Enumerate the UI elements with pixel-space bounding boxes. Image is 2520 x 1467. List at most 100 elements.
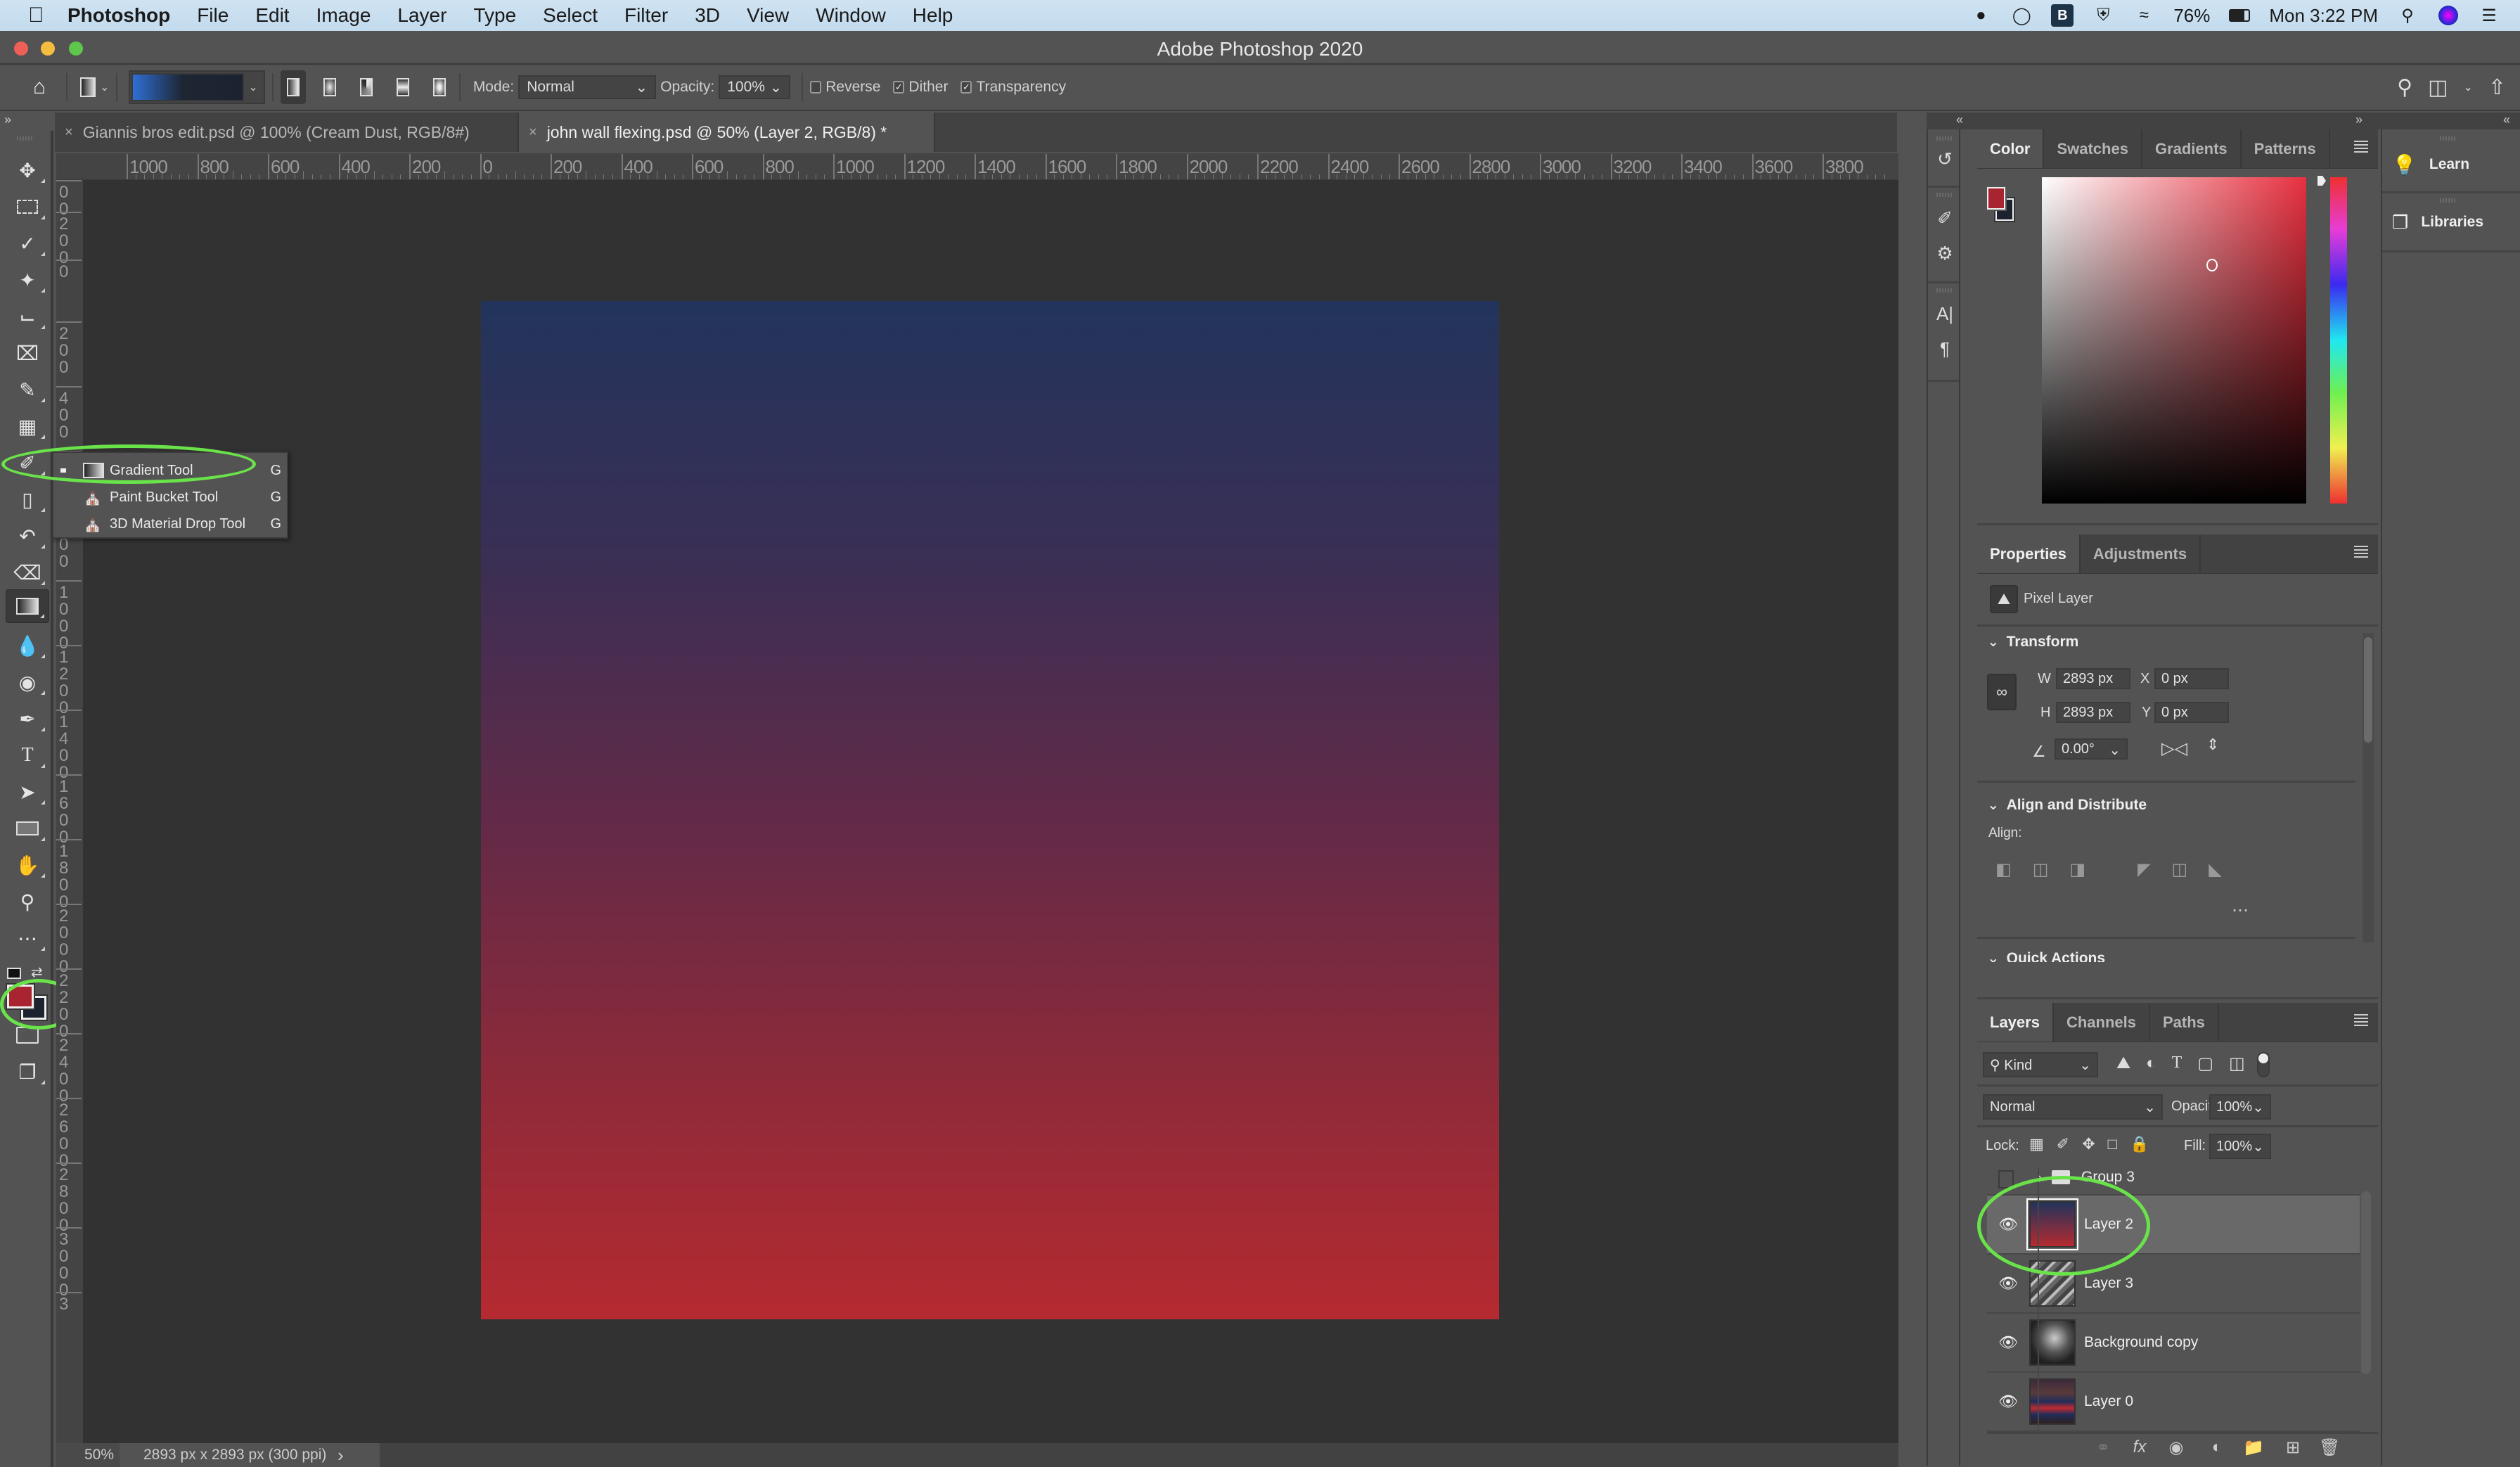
alien-icon[interactable]: ◯ [2010, 4, 2033, 27]
expand-toolbar-icon[interactable]: » [0, 113, 18, 129]
learn-button[interactable]: 💡 Learn [2392, 148, 2519, 181]
character-panel-icon[interactable]: A| [1931, 300, 1959, 328]
color-picker-cursor[interactable] [2206, 259, 2218, 271]
filter-smart-objects-icon[interactable]: ◫ [2229, 1053, 2245, 1074]
tab-channels[interactable]: Channels [2054, 1003, 2150, 1042]
canvas-area[interactable] [83, 180, 1898, 1446]
bitwarden-icon[interactable]: B [2051, 4, 2074, 27]
filter-toggle-switch[interactable] [2257, 1052, 2270, 1077]
brush-tool[interactable]: ✐ [6, 446, 49, 480]
flyout-item-3d-material-drop-tool[interactable]: ⛪ 3D Material Drop Tool G [53, 511, 285, 537]
lock-transparent-pixels-icon[interactable]: ▦ [2029, 1135, 2044, 1153]
rectangle-tool[interactable] [6, 812, 49, 845]
edit-toolbar-button[interactable]: ⋯ [6, 921, 49, 955]
layers-scrollbar[interactable] [2361, 1191, 2372, 1381]
spotlight-search-icon[interactable]: ⚲ [2396, 4, 2419, 27]
tab-giannis-bros-edit[interactable]: × Giannis bros edit.psd @ 100% (Cream Du… [55, 113, 519, 152]
dither-checkbox[interactable]: ✓ Dither [893, 79, 948, 96]
layer-fill-field[interactable]: 100% ⌄ [2209, 1134, 2271, 1159]
frame-tool[interactable]: ⌧ [6, 336, 49, 370]
tab-layers[interactable]: Layers [1977, 1003, 2054, 1042]
linear-gradient-button[interactable] [280, 70, 306, 104]
align-vertical-centers-icon[interactable]: ◫ [2172, 859, 2188, 880]
brush-presets-icon[interactable]: ⚙ [1931, 239, 1959, 267]
eye-icon[interactable]: 👁 [1998, 1274, 2018, 1293]
panel-grip[interactable] [2440, 198, 2457, 203]
reverse-checkbox[interactable]: Reverse [810, 79, 880, 96]
tab-properties[interactable]: Properties [1977, 534, 2081, 573]
expand-panels-icon[interactable]: » [2355, 113, 2362, 127]
screen-mode-button[interactable]: ❐ [6, 1055, 49, 1089]
lasso-tool[interactable]: ✓ [6, 226, 49, 260]
delete-layer-icon[interactable]: 🗑 [2319, 1437, 2340, 1458]
creative-cloud-icon[interactable]: ● [1969, 4, 1992, 27]
filter-pixel-layers-icon[interactable]: ⛰ [2116, 1053, 2130, 1074]
rotation-angle-field[interactable]: 0.00° ⌄ [2055, 738, 2128, 760]
radial-gradient-button[interactable] [317, 75, 342, 100]
paragraph-panel-icon[interactable]: ¶ [1931, 335, 1959, 363]
magic-wand-tool[interactable]: ✦ [6, 263, 49, 297]
eyedropper-tool[interactable]: ✎ [6, 373, 49, 406]
color-panel-fg-swatch[interactable] [1986, 186, 2007, 211]
transform-section-header[interactable]: ⌄ Transform [1987, 633, 2078, 651]
hue-slider-handle[interactable] [2318, 176, 2326, 186]
wifi-icon[interactable]: ≈ [2133, 4, 2155, 27]
panel-menu-icon[interactable] [2354, 141, 2368, 153]
history-panel-icon[interactable]: ↺ [1931, 145, 1959, 173]
flyout-item-paint-bucket-tool[interactable]: ⛪ Paint Bucket Tool G [53, 484, 285, 511]
menu-layer[interactable]: Layer [397, 4, 446, 27]
layer-row-layer-2[interactable]: 👁 Layer 2 [1987, 1196, 2360, 1255]
add-mask-icon[interactable]: ◉ [2166, 1437, 2187, 1458]
home-icon[interactable]: ⌂ [20, 75, 59, 99]
brush-settings-icon[interactable]: ✐ [1931, 204, 1959, 232]
tab-swatches[interactable]: Swatches [2044, 129, 2142, 168]
filter-adjustment-layers-icon[interactable]: ◐ [2146, 1053, 2156, 1074]
visibility-toggle-off[interactable] [1998, 1170, 2014, 1189]
zoom-level-field[interactable]: 50% [56, 1443, 120, 1467]
layer-row-layer-3[interactable]: 👁 Layer 3 [1987, 1255, 2360, 1314]
marquee-tool[interactable] [6, 190, 49, 224]
layer-row-group-3[interactable]: › Group 3 [1987, 1167, 2360, 1196]
notification-center-icon[interactable]: ☰ [2478, 4, 2500, 27]
new-group-icon[interactable]: 📁 [2243, 1437, 2264, 1458]
transparency-checkbox[interactable]: ✓ Transparency [960, 79, 1066, 96]
y-position-field[interactable]: 0 px [2154, 702, 2229, 723]
default-colors-icon[interactable] [7, 968, 21, 979]
blur-tool[interactable]: 💧 [6, 629, 49, 662]
filter-type-layers-icon[interactable]: T [2172, 1053, 2182, 1074]
layer-name[interactable]: Background copy [2084, 1334, 2198, 1351]
dodge-tool[interactable]: ◉ [6, 665, 49, 699]
foreground-color-swatch[interactable] [6, 983, 35, 1010]
layer-row-layer-0[interactable]: 👁 Layer 0 [1987, 1373, 2360, 1432]
battery-icon[interactable] [2228, 4, 2251, 27]
menu-help[interactable]: Help [913, 4, 953, 27]
menu-view[interactable]: View [747, 4, 789, 27]
swap-colors-icon[interactable]: ⇄ [31, 963, 43, 981]
share-icon[interactable]: ⇧ [2488, 75, 2506, 100]
menu-type[interactable]: Type [473, 4, 516, 27]
tab-paths[interactable]: Paths [2150, 1003, 2219, 1042]
menu-edit[interactable]: Edit [255, 4, 289, 27]
panel-menu-icon[interactable] [2354, 1014, 2368, 1027]
eye-icon[interactable]: 👁 [1998, 1333, 2018, 1352]
align-top-edges-icon[interactable]: ◤ [2138, 859, 2150, 880]
search-icon[interactable]: ⚲ [2397, 75, 2412, 100]
reflected-gradient-button[interactable] [390, 75, 416, 100]
menu-window[interactable]: Window [816, 4, 886, 27]
status-menu-arrow-icon[interactable]: › [338, 1444, 344, 1466]
link-layers-icon[interactable]: ⚭ [2092, 1437, 2114, 1458]
tab-gradients[interactable]: Gradients [2142, 129, 2242, 168]
eye-icon[interactable]: 👁 [1998, 1215, 2018, 1234]
filter-shape-layers-icon[interactable]: ▢ [2197, 1053, 2213, 1074]
x-position-field[interactable]: 0 px [2154, 668, 2229, 689]
layer-name[interactable]: Layer 3 [2084, 1275, 2133, 1292]
panel-grip[interactable] [1936, 288, 1953, 293]
add-layer-style-icon[interactable]: fx [2129, 1437, 2150, 1457]
lock-all-icon[interactable]: 🔒 [2130, 1135, 2149, 1153]
height-field[interactable]: 2893 px [2056, 702, 2130, 723]
chevron-down-icon[interactable]: ⌄ [2463, 80, 2472, 94]
align-bottom-edges-icon[interactable]: ◣ [2209, 859, 2221, 880]
diamond-gradient-button[interactable] [427, 75, 452, 100]
gradient-picker[interactable]: ⌄ [129, 70, 265, 104]
angle-gradient-button[interactable] [354, 75, 379, 100]
